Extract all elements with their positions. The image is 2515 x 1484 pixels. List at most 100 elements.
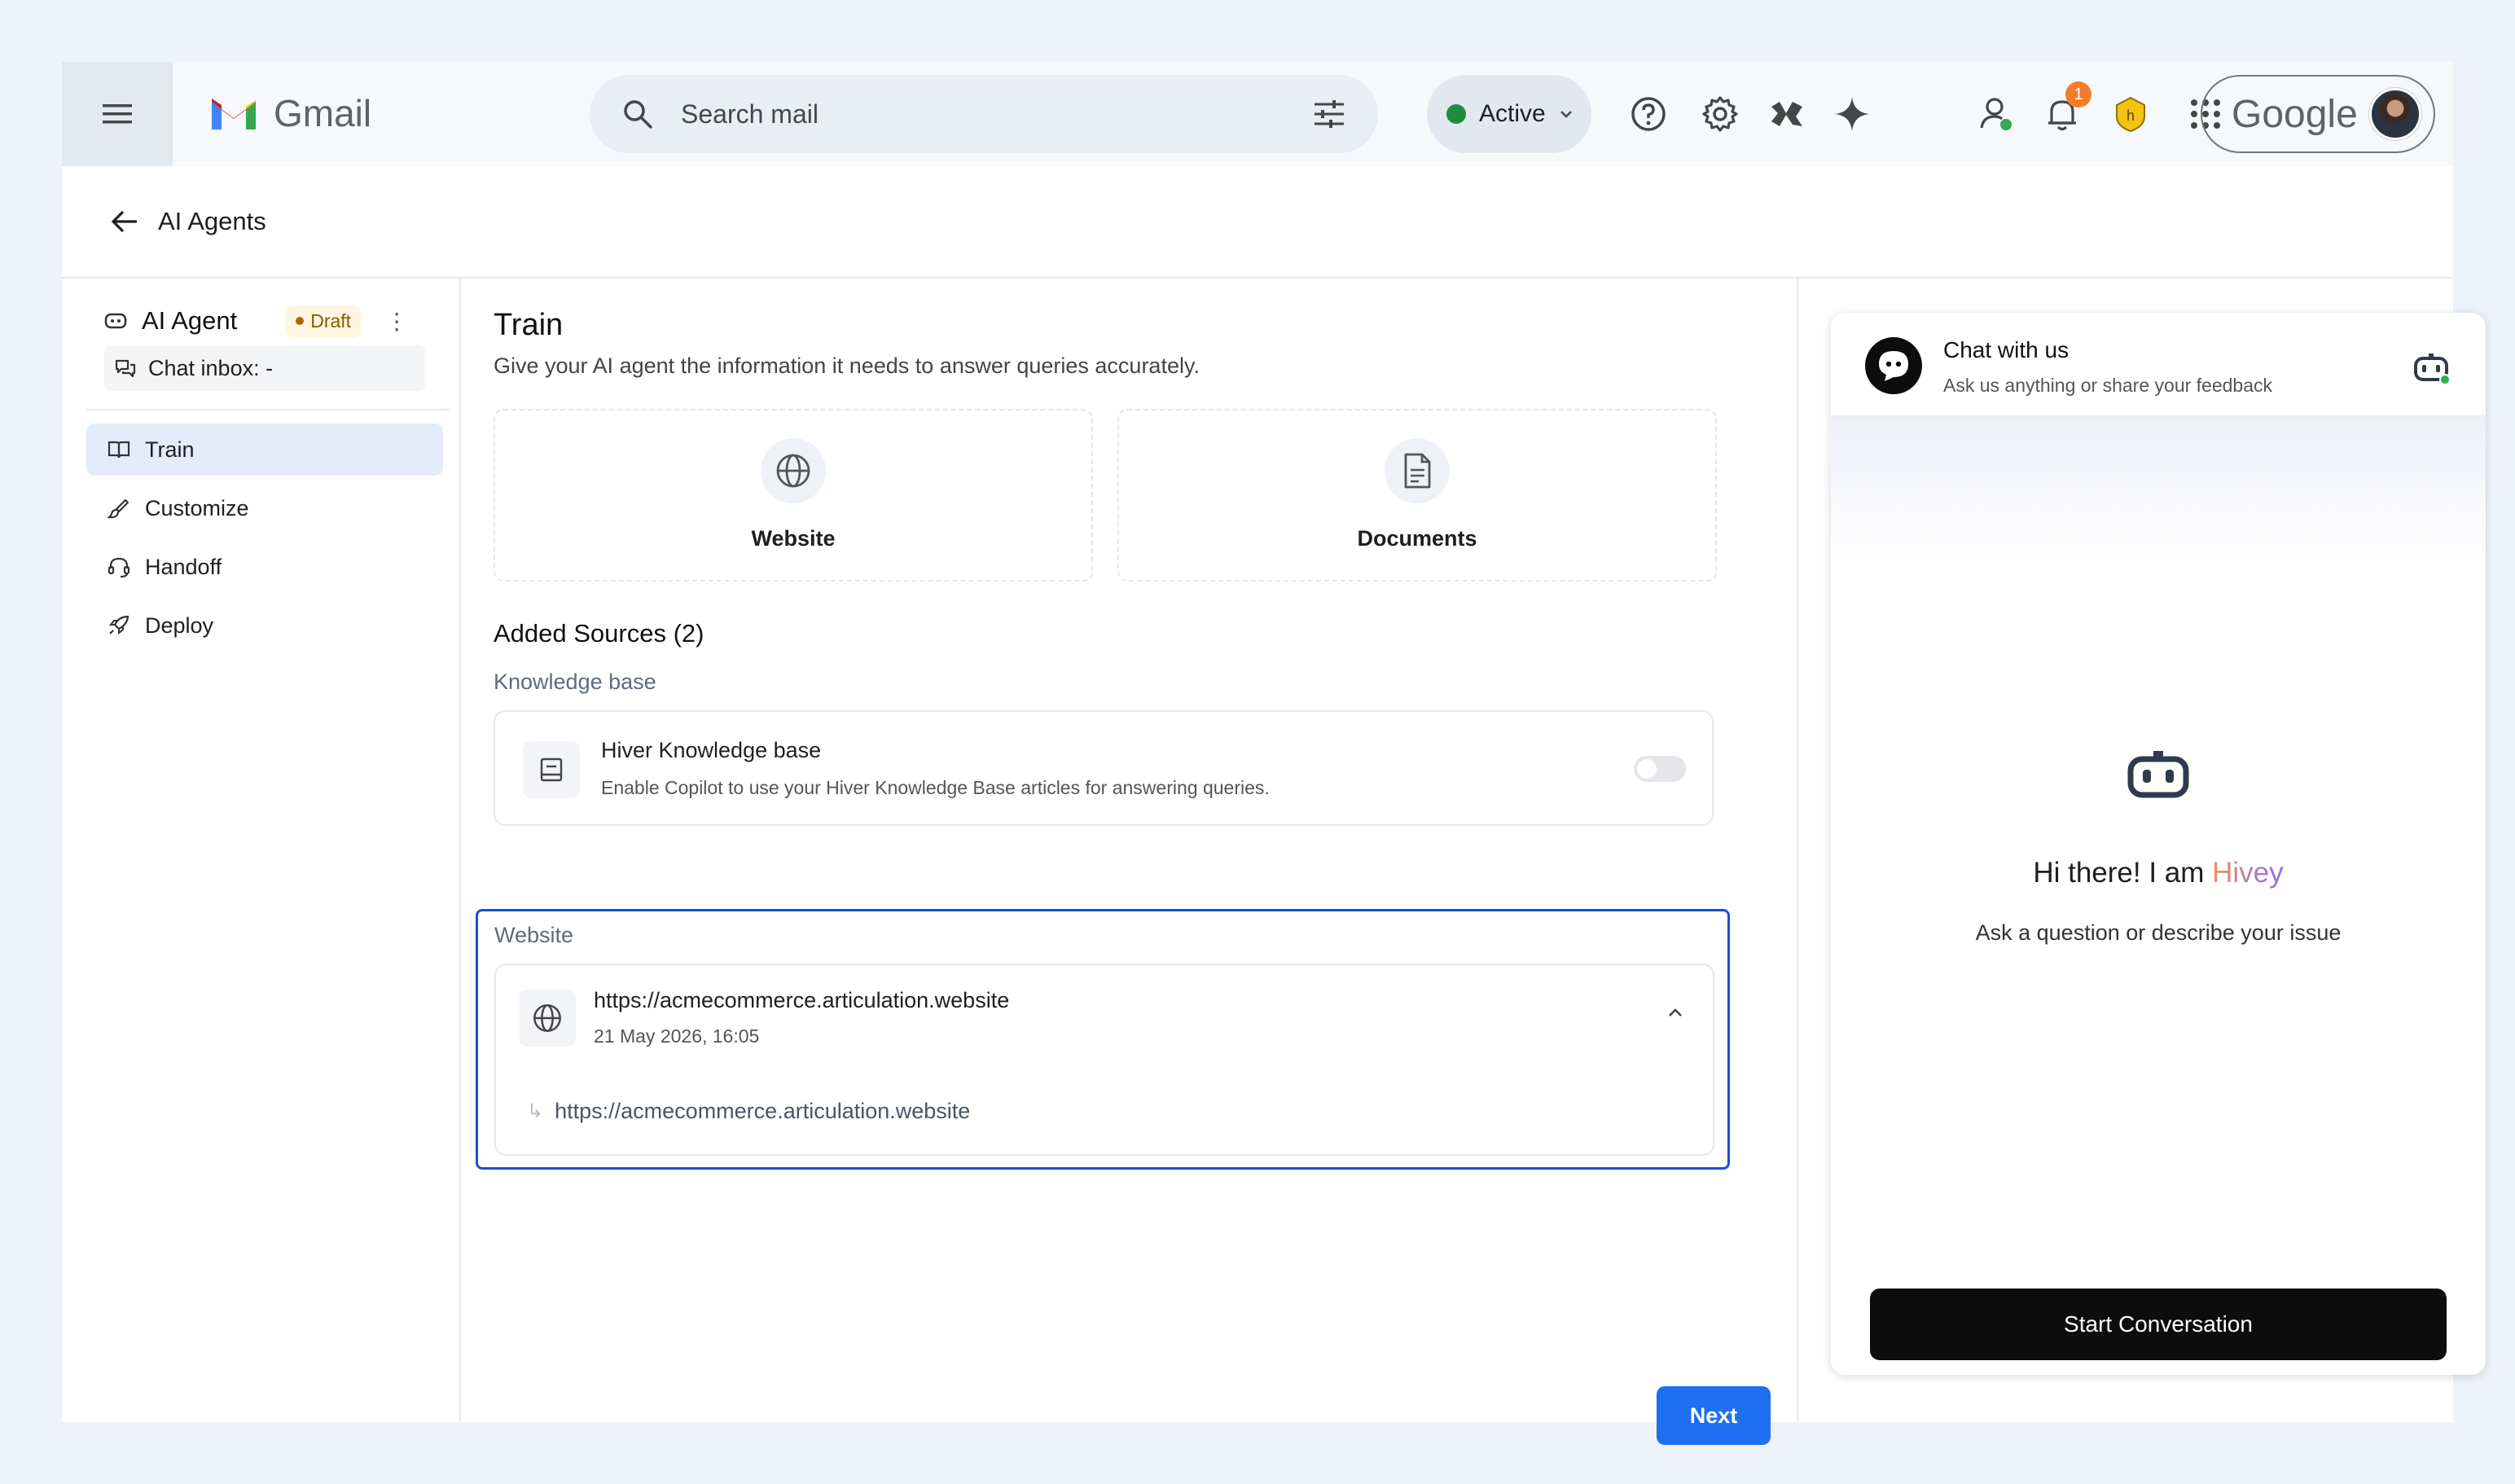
- search-bar[interactable]: Search mail: [590, 75, 1378, 153]
- hiver-logo-icon: [1771, 102, 1802, 126]
- chat-body: Hi there! I am Hivey Ask a question or d…: [1831, 417, 2486, 1375]
- chevron-up-icon[interactable]: [1666, 1006, 1685, 1019]
- toggle-knob: [1637, 759, 1657, 779]
- section-subtitle: Give your AI agent the information it ne…: [494, 353, 1200, 378]
- agent-name: AI Agent: [142, 306, 238, 335]
- status-label: Active: [1479, 100, 1546, 127]
- chat-inbox-selector[interactable]: Chat inbox: -: [104, 345, 425, 391]
- chat-widget: Chat with us Ask us anything or share yo…: [1831, 313, 2486, 1375]
- knowledge-book-icon: [540, 757, 563, 782]
- source-icon-wrap: [761, 438, 826, 503]
- website-date: 21 May 2026, 16:05: [594, 1025, 760, 1047]
- svg-text:h: h: [2127, 108, 2135, 124]
- contacts-button[interactable]: [1974, 91, 2020, 137]
- gmail-wordmark: Gmail: [274, 92, 372, 134]
- shield-extension-icon: h: [2116, 96, 2145, 133]
- page-header: AI Agents: [62, 166, 2453, 279]
- kb-icon-wrap: [523, 741, 580, 798]
- book-open-icon: [108, 441, 130, 459]
- added-sources-title: Added Sources (2): [494, 619, 704, 648]
- settings-button[interactable]: [1697, 91, 1743, 137]
- page-title: AI Agents: [158, 207, 266, 235]
- more-options-icon[interactable]: ⋮: [385, 308, 408, 335]
- draft-dot: [296, 317, 305, 325]
- chat-bubble-bot-icon: [1879, 351, 1908, 381]
- status-dot: [1446, 104, 1466, 124]
- nav-item-train[interactable]: Train: [86, 424, 443, 476]
- website-source-section: Website https://acmecommerce.articulatio…: [476, 909, 1730, 1170]
- chat-header: Chat with us Ask us anything or share yo…: [1831, 313, 2486, 417]
- add-documents-source-card[interactable]: Documents: [1117, 409, 1717, 582]
- headset-icon: [108, 557, 130, 577]
- chat-bubbles-icon: [115, 359, 136, 378]
- start-conversation-button[interactable]: Start Conversation: [1870, 1289, 2447, 1360]
- document-icon: [1404, 453, 1431, 489]
- chat-greeting: Hi there! I am Hivey: [1831, 857, 2486, 889]
- gear-icon: [1702, 96, 1738, 132]
- website-section-label: Website: [494, 923, 574, 947]
- website-subpage-row[interactable]: ↳ https://acmecommerce.articulation.webs…: [527, 1099, 970, 1124]
- next-button[interactable]: Next: [1657, 1386, 1771, 1445]
- kb-description: Enable Copilot to use your Hiver Knowled…: [601, 777, 1270, 798]
- hivey-bot-icon: [2127, 751, 2189, 798]
- search-icon[interactable]: [622, 99, 653, 130]
- nav-item-handoff[interactable]: Handoff: [86, 541, 443, 593]
- globe-icon: [776, 454, 810, 488]
- notifications-button[interactable]: 1: [2039, 81, 2091, 137]
- chat-logo: [1865, 337, 1922, 394]
- section-title: Train: [494, 308, 564, 342]
- back-arrow-icon[interactable]: [111, 209, 138, 234]
- globe-icon: [533, 1004, 561, 1032]
- greeting-prefix: Hi there! I am: [2033, 857, 2213, 889]
- top-bar: Gmail Search mail Active 1 h Google: [62, 62, 2453, 166]
- website-subpage-url: https://acmecommerce.articulation.websit…: [555, 1099, 971, 1123]
- nav-item-label: Customize: [145, 495, 249, 520]
- chat-inbox-label: Chat inbox: -: [148, 355, 274, 380]
- bot-icon: [104, 313, 127, 329]
- chat-prompt: Ask a question or describe your issue: [1975, 920, 2342, 945]
- nav-item-label: Handoff: [145, 554, 222, 579]
- kb-name: Hiver Knowledge base: [601, 738, 822, 762]
- add-website-source-card[interactable]: Website: [494, 409, 1093, 582]
- agent-header: AI Agent Draft ⋮: [104, 298, 446, 344]
- web-icon-wrap: [519, 990, 576, 1047]
- person-status-icon: [1980, 98, 2012, 130]
- main-menu-button[interactable]: [62, 62, 173, 166]
- status-dropdown[interactable]: Active: [1427, 75, 1591, 153]
- status-badge: Draft: [286, 305, 362, 337]
- chat-preview-panel: Chat with us Ask us anything or share yo…: [1798, 279, 2486, 1422]
- sidebar-divider: [86, 409, 450, 411]
- source-label: Website: [751, 526, 836, 551]
- nav-item-customize[interactable]: Customize: [86, 482, 443, 534]
- hamburger-menu-icon: [103, 104, 132, 124]
- app-window: Gmail Search mail Active 1 h Google AI A…: [62, 62, 2486, 1445]
- notification-count-badge: 1: [2065, 81, 2091, 108]
- subdirectory-arrow-icon: ↳: [527, 1100, 544, 1122]
- knowledge-base-card: Hiver Knowledge base Enable Copilot to u…: [494, 710, 1714, 826]
- nav-item-label: Train: [145, 437, 195, 462]
- chat-title: Chat with us: [1943, 337, 2069, 362]
- nav-item-deploy[interactable]: Deploy: [86, 599, 443, 652]
- kb-toggle[interactable]: [1634, 756, 1686, 782]
- source-icon-wrap: [1385, 438, 1450, 503]
- help-button[interactable]: [1626, 91, 1671, 137]
- search-input[interactable]: Search mail: [681, 99, 1313, 130]
- hiver-apps-button[interactable]: [1764, 91, 1810, 137]
- chevron-down-icon: [1560, 111, 1572, 118]
- extension-button[interactable]: h: [2108, 91, 2153, 137]
- assistant-name: Hivey: [2212, 857, 2284, 889]
- status-badge-label: Draft: [310, 310, 352, 331]
- gemini-button[interactable]: [1829, 91, 1875, 137]
- knowledge-base-label: Knowledge base: [494, 670, 656, 694]
- help-icon: [1631, 97, 1666, 131]
- website-source-card[interactable]: https://acmecommerce.articulation.websit…: [494, 964, 1714, 1156]
- avatar: [2368, 88, 2421, 140]
- source-label: Documents: [1357, 526, 1477, 551]
- search-options-icon[interactable]: [1313, 99, 1345, 129]
- sparkle-icon: [1835, 97, 1869, 131]
- account-button[interactable]: Google: [2201, 75, 2435, 153]
- bot-online-icon: [2414, 353, 2451, 385]
- agent-sidebar: AI Agent Draft ⋮ Chat inbox: - Train Cus…: [62, 279, 461, 1422]
- gmail-logo[interactable]: Gmail: [208, 91, 371, 135]
- nav-item-label: Deploy: [145, 612, 214, 638]
